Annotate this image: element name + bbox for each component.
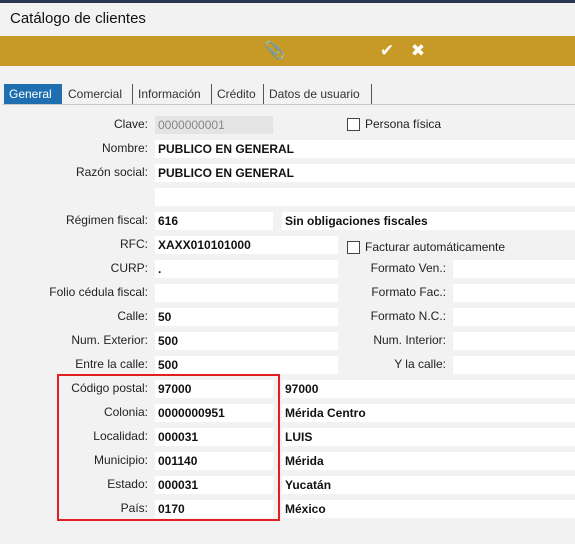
facturar-automaticamente-label: Facturar automáticamente (365, 240, 506, 254)
formato-fac-label: Formato Fac.: (371, 285, 446, 299)
num-interior-label: Num. Interior: (373, 333, 446, 347)
tab-bar: General Comercial Información Crédito Da… (2, 84, 575, 105)
regimen-fiscal-field[interactable]: 616 (155, 212, 273, 230)
nombre-field[interactable]: PUBLICO EN GENERAL (155, 140, 575, 158)
tab-informacion[interactable]: Información (133, 84, 212, 104)
folio-cedula-field[interactable] (155, 284, 338, 302)
tab-datos-usuario[interactable]: Datos de usuario (264, 84, 372, 104)
folio-cedula-label: Folio cédula fiscal: (49, 285, 148, 299)
tab-comercial[interactable]: Comercial (63, 84, 133, 104)
colonia-description: Mérida Centro (282, 404, 575, 422)
codigo-postal-description: 97000 (282, 380, 575, 398)
persona-fisica-label: Persona física (365, 117, 442, 131)
clave-label: Clave: (113, 117, 148, 131)
nombre-label: Nombre: (101, 141, 148, 155)
regimen-fiscal-label: Régimen fiscal: (65, 213, 148, 227)
num-interior-field[interactable] (453, 332, 575, 350)
rfc-label: RFC: (120, 237, 148, 251)
y-la-calle-field[interactable] (453, 356, 575, 374)
entre-calle-label: Entre la calle: (75, 357, 148, 371)
formato-nc-field[interactable] (453, 308, 575, 326)
window-top-border (0, 0, 575, 3)
curp-label: CURP: (110, 261, 148, 275)
toolbar: 📎 ✔ ✖ (0, 36, 575, 66)
clave-field[interactable]: 0000000001 (155, 116, 273, 134)
estado-description: Yucatán (282, 476, 575, 494)
facturar-automaticamente-checkbox[interactable] (347, 241, 360, 254)
window-title: Catálogo de clientes (10, 10, 146, 27)
calle-field[interactable]: 50 (155, 308, 338, 326)
check-circle-icon[interactable]: ✔ (377, 41, 397, 61)
regimen-fiscal-description: Sin obligaciones fiscales (282, 212, 575, 230)
razon-social-field[interactable]: PUBLICO EN GENERAL (155, 164, 575, 182)
rfc-field[interactable]: XAXX010101000 (155, 236, 338, 254)
tab-credito[interactable]: Crédito (212, 84, 264, 104)
calle-label: Calle: (117, 309, 148, 323)
razon-social-field-2[interactable] (155, 188, 575, 206)
tab-general[interactable]: General (4, 84, 62, 104)
y-la-calle-label: Y la calle: (394, 357, 446, 371)
persona-fisica-checkbox[interactable] (347, 118, 360, 131)
paperclip-icon[interactable]: 📎 (264, 41, 285, 61)
formato-nc-label: Formato N.C.: (370, 309, 446, 323)
formato-ven-label: Formato Ven.: (370, 261, 446, 275)
entre-calle-field[interactable]: 500 (155, 356, 338, 374)
formato-fac-field[interactable] (453, 284, 575, 302)
pais-description: México (282, 500, 575, 518)
municipio-description: Mérida (282, 452, 575, 470)
razon-social-label: Razón social: (75, 165, 148, 179)
curp-field[interactable]: . (155, 260, 338, 278)
close-circle-icon[interactable]: ✖ (408, 41, 428, 61)
localidad-description: LUIS (282, 428, 575, 446)
formato-ven-field[interactable] (453, 260, 575, 278)
highlight-box (57, 374, 280, 521)
num-exterior-label: Num. Exterior: (71, 333, 148, 347)
num-exterior-field[interactable]: 500 (155, 332, 338, 350)
